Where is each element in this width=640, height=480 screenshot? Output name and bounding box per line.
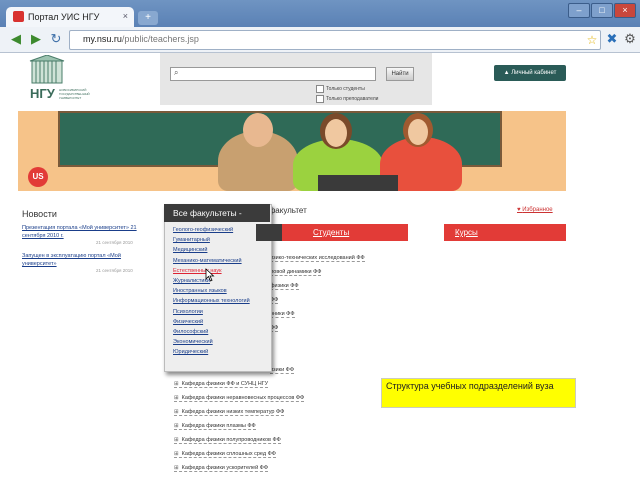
minimize-button[interactable]: – (568, 3, 590, 18)
department-label: Кафедра физики ФФ и СУНЦ НГУ (181, 381, 269, 387)
dropdown-item[interactable]: Физический (173, 319, 203, 325)
department-link[interactable]: ⊞ Кафедра физики ускорителей ФФ (174, 465, 269, 472)
mouse-cursor-icon (205, 268, 215, 282)
personal-cabinet-button[interactable]: ▲ Личный кабинет (494, 65, 566, 81)
department-link[interactable]: физики ФФ (270, 283, 299, 290)
tab-students[interactable]: Студенты (282, 224, 408, 241)
department-link[interactable]: оники ФФ (270, 311, 295, 318)
all-faculties-toggle[interactable]: Все факультеты - (164, 204, 270, 222)
news-title: Новости (22, 209, 57, 219)
wrench-icon[interactable]: ⚙ (622, 31, 638, 47)
department-link[interactable]: ⊞ Кафедра физики плазмы ФФ (174, 423, 256, 430)
department-label: Кафедра физики плазмы ФФ (181, 423, 256, 429)
department-label: Кафедра физики сплошных сред ФФ (181, 451, 276, 457)
expand-icon: ⊞ (174, 381, 179, 387)
news-date: 21 сентября 2010 (96, 240, 133, 245)
students-only-checkbox[interactable] (316, 85, 324, 93)
dropdown-title: Все факультеты - (173, 208, 242, 218)
dropdown-item[interactable]: Экономический (173, 339, 213, 345)
banner-image: US (18, 111, 566, 191)
news-link[interactable]: Запущен в эксплуатацию портал «Мой униве… (22, 252, 140, 268)
department-link[interactable]: ⊞ Кафедра физики низких температур ФФ (174, 409, 285, 416)
bookmark-star-icon[interactable]: ☆ (584, 32, 600, 48)
url-host: my.nsu.ru (83, 34, 122, 44)
dropdown-item[interactable]: Психологии (173, 309, 203, 315)
teachers-only-checkbox[interactable] (316, 95, 324, 103)
forward-icon[interactable]: ▶ (28, 31, 44, 47)
department-link[interactable]: изико-технических исследований ФФ (270, 255, 365, 262)
expand-icon: ⊞ (174, 395, 179, 401)
news-link[interactable]: Презентация портала «Мой университет» 21… (22, 224, 140, 240)
department-label: Кафедра физики низких температур ФФ (181, 409, 285, 415)
expand-icon: ⊞ (174, 437, 179, 443)
expand-icon: ⊞ (174, 465, 179, 471)
student-face (243, 113, 273, 147)
students-only-label: Только студенты (326, 86, 365, 92)
tab-students-label: Студенты (313, 228, 350, 237)
department-link[interactable]: изики ФФ (270, 367, 295, 374)
us-badge-icon: US (28, 167, 48, 187)
close-tab-icon[interactable]: × (123, 11, 128, 21)
new-tab-button[interactable]: + (138, 11, 158, 25)
favicon-icon (13, 11, 24, 22)
student-face-3 (408, 119, 428, 145)
url-path: /public/teachers.jsp (121, 34, 199, 44)
expand-icon: ⊞ (174, 423, 179, 429)
teachers-only-label: Только преподаватели (326, 96, 379, 102)
news-date: 21 сентября 2010 (96, 268, 133, 273)
department-label: Кафедра физики ускорителей ФФ (181, 465, 269, 471)
dropdown-item[interactable]: Медицинский (173, 247, 207, 253)
search-icon: ⌕ (174, 68, 179, 77)
search-input[interactable]: ⌕ (170, 67, 376, 81)
dropdown-item[interactable]: Юридический (173, 349, 208, 355)
dropdown-item[interactable]: Гуманитарный (173, 237, 210, 243)
close-window-button[interactable]: × (614, 3, 636, 18)
favorites-link[interactable]: ♥ Избранное (517, 207, 553, 213)
tab-courses-label: Курсы (455, 228, 478, 237)
department-link[interactable]: ⊞ Кафедра физики полупроводников ФФ (174, 437, 281, 444)
annotation-callout: Структура учебных подразделений вуза (381, 378, 576, 408)
expand-icon: ⊞ (174, 409, 179, 415)
department-label: Кафедра физики полупроводников ФФ (181, 437, 281, 443)
dropdown-item[interactable]: Философский (173, 329, 208, 335)
dropdown-item[interactable]: Иностранных языков (173, 288, 227, 294)
reload-icon[interactable]: ↻ (48, 31, 64, 47)
extension-icon[interactable]: ✖ (604, 31, 620, 47)
search-button[interactable]: Найти (386, 67, 414, 81)
university-logo[interactable]: НГУ НОВОСИБИРСКИЙ ГОСУДАРСТВЕННЫЙ УНИВЕР… (26, 54, 92, 105)
tab-courses[interactable]: Курсы (444, 224, 566, 241)
logo-subtitle: НОВОСИБИРСКИЙ ГОСУДАРСТВЕННЫЙ УНИВЕРСИТЕ… (59, 88, 90, 100)
student-face-2 (325, 119, 347, 147)
department-link[interactable]: ⊞ Кафедра физики неравновесных процессов … (174, 395, 305, 402)
address-bar[interactable]: my.nsu.ru/public/teachers.jsp (69, 30, 601, 50)
dropdown-item[interactable]: Механико-математический (173, 258, 242, 264)
expand-icon: ⊞ (174, 451, 179, 457)
browser-tab[interactable]: Портал УИС НГУ × (6, 7, 134, 27)
dropdown-item[interactable]: Информационных технологий (173, 298, 250, 304)
dropdown-tab-extension (256, 224, 282, 241)
logo-text: НГУ (30, 86, 55, 101)
back-icon[interactable]: ◀ (8, 31, 24, 47)
department-label: Кафедра физики неравновесных процессов Ф… (181, 395, 305, 401)
department-link[interactable]: ⊞ Кафедра физики сплошных сред ФФ (174, 451, 276, 458)
maximize-button[interactable]: □ (591, 3, 613, 18)
laptop (318, 175, 398, 191)
tab-title: Портал УИС НГУ (28, 12, 100, 22)
department-link[interactable]: ⊞ Кафедра физики ФФ и СУНЦ НГУ (174, 381, 269, 388)
dropdown-item[interactable]: Геолого-геофизический (173, 227, 233, 233)
department-link[interactable]: ловой динамики ФФ (270, 269, 322, 276)
favorites-label: Избранное (522, 207, 553, 213)
